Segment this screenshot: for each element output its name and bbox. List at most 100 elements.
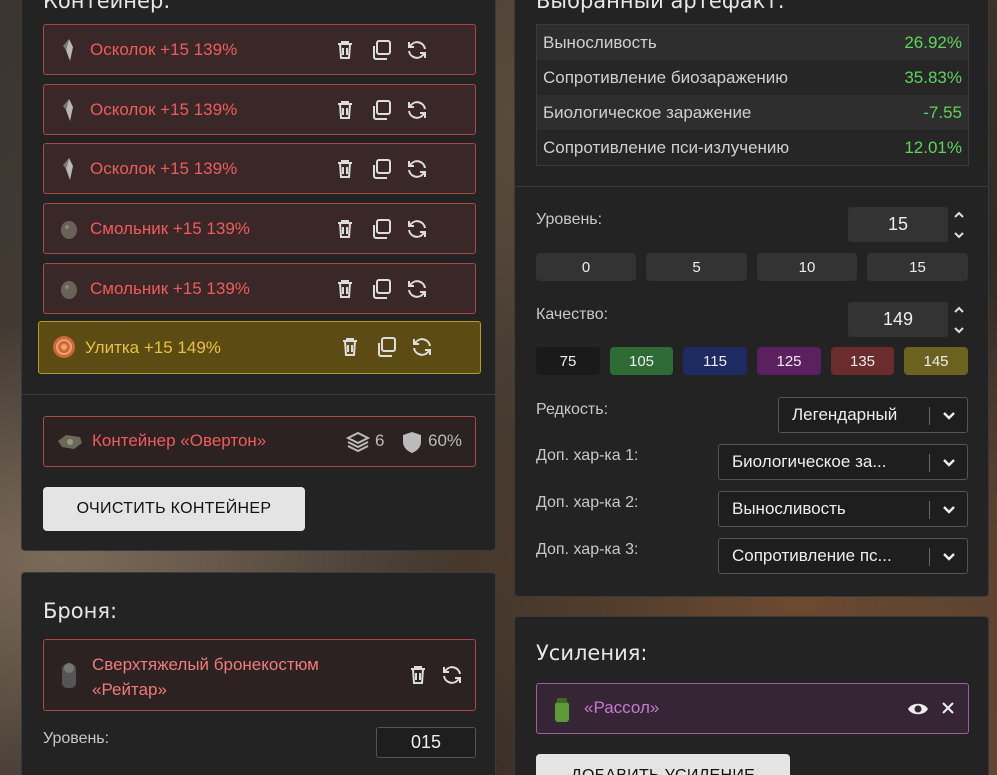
trash-icon[interactable] [338,335,362,359]
quality-preset-125[interactable]: 125 [757,347,821,375]
quality-label: Качество: [536,306,609,323]
copy-icon[interactable] [369,217,393,241]
quality-preset-115[interactable]: 115 [683,347,747,375]
container-panel: Контейнер: Осколок +15 139% Осколок +15 … [21,0,496,551]
chevron-down-icon [943,412,955,420]
extra3-select[interactable]: Сопротивление пс... [718,538,968,574]
boost-panel: Усиления: «Рассол» ДОБАВИТЬ УСИЛЕНИЕ [514,616,989,775]
refresh-icon[interactable] [405,98,429,122]
quality-preset-145[interactable]: 145 [904,347,968,375]
copy-icon[interactable] [374,335,398,359]
extra1-select[interactable]: Биологическое за... [718,444,968,480]
resin-artifact-icon [61,221,77,239]
stat-row: Сопротивление биозаражению 35.83% [537,60,968,95]
divider [515,186,988,187]
selected-artifact-title: Выбранный артефакт: [536,0,785,13]
container-row[interactable]: Контейнер «Овертон» 6 60% [43,416,476,467]
trash-icon[interactable] [333,38,357,62]
trash-icon[interactable] [333,217,357,241]
armor-level-input[interactable]: 015 [376,727,476,758]
rarity-label: Редкость: [536,401,609,418]
clear-container-button[interactable]: ОЧИСТИТЬ КОНТЕЙНЕР [43,487,305,531]
shard-artifact-icon [63,39,73,61]
rarity-value: Легендарный [792,405,898,424]
stats-table: Выносливость 26.92% Сопротивление биозара… [536,24,969,166]
armor-level-label: Уровень: [43,730,110,747]
armor-panel: Броня: Сверхтяжелый бронекостюм «Рейтар»… [21,572,496,775]
armor-row[interactable]: Сверхтяжелый бронекостюм «Рейтар» [43,639,476,711]
close-icon[interactable] [940,700,956,716]
shield-icon [403,432,421,453]
stat-name: Сопротивление биозаражению [543,67,788,87]
snail-artifact-icon [53,336,75,358]
level-preset-15[interactable]: 15 [867,253,968,281]
boost-row[interactable]: «Рассол» [536,683,969,734]
extra3-label: Доп. хар-ка 3: [536,541,639,558]
artifact-label: Улитка +15 149% [85,337,221,357]
stat-value: 35.83% [904,67,962,87]
copy-icon[interactable] [369,98,393,122]
refresh-icon[interactable] [410,335,434,359]
container-name: Контейнер «Овертон» [92,431,267,450]
level-preset-10[interactable]: 10 [757,253,857,281]
divider [22,394,495,395]
quality-preset-75[interactable]: 75 [536,347,600,375]
level-stepper-icon[interactable] [952,207,966,243]
stat-name: Биологическое заражение [543,102,752,122]
artifact-label: Осколок +15 139% [90,99,238,119]
trash-icon[interactable] [406,663,430,687]
armor-name: Сверхтяжелый бронекостюм «Рейтар» [92,655,319,699]
boost-title: Усиления: [536,641,648,665]
eye-icon[interactable] [907,699,929,719]
protection-percent: 60% [428,431,463,450]
artifact-row-selected[interactable]: Улитка +15 149% [38,321,481,374]
trash-icon[interactable] [333,277,357,301]
artifact-label: Осколок +15 139% [90,39,238,59]
armor-title: Броня: [43,599,118,623]
refresh-icon[interactable] [440,663,464,687]
extra2-value: Выносливость [732,499,846,518]
copy-icon[interactable] [369,277,393,301]
shard-artifact-icon [63,99,73,121]
refresh-icon[interactable] [405,217,429,241]
armor-icon [62,663,76,688]
add-boost-button[interactable]: ДОБАВИТЬ УСИЛЕНИЕ [536,754,790,775]
level-input[interactable]: 15 [848,207,948,242]
extra3-value: Сопротивление пс... [732,546,892,565]
stat-row: Биологическое заражение -7.55 [537,95,968,130]
quality-stepper-icon[interactable] [952,302,966,338]
stat-name: Выносливость [543,32,657,52]
stat-value: -7.55 [923,102,962,122]
stat-name: Сопротивление пси-излучению [543,137,790,157]
resin-artifact-icon [61,281,77,299]
quality-preset-135[interactable]: 135 [831,347,894,375]
artifact-label: Смольник +15 139% [90,278,250,298]
refresh-icon[interactable] [405,157,429,181]
quality-input[interactable]: 149 [848,302,948,337]
artifact-row[interactable]: Осколок +15 139% [43,143,476,194]
stat-row: Сопротивление пси-излучению 12.01% [537,130,968,165]
refresh-icon[interactable] [405,277,429,301]
rarity-select[interactable]: Легендарный [778,397,968,433]
artifact-row[interactable]: Осколок +15 139% [43,24,476,75]
container-icon [58,435,82,449]
artifact-row[interactable]: Смольник +15 139% [43,203,476,254]
level-label: Уровень: [536,211,603,228]
extra2-select[interactable]: Выносливость [718,491,968,527]
extra1-value: Биологическое за... [732,452,887,471]
artifact-row[interactable]: Смольник +15 139% [43,263,476,314]
copy-icon[interactable] [369,157,393,181]
jar-icon [555,698,569,722]
copy-icon[interactable] [369,38,393,62]
refresh-icon[interactable] [405,38,429,62]
stat-value: 26.92% [904,32,962,52]
trash-icon[interactable] [333,157,357,181]
trash-icon[interactable] [333,98,357,122]
shard-artifact-icon [63,158,73,180]
level-preset-0[interactable]: 0 [536,253,636,281]
boost-name: «Рассол» [584,698,660,717]
level-preset-5[interactable]: 5 [646,253,747,281]
quality-preset-105[interactable]: 105 [610,347,673,375]
artifact-row[interactable]: Осколок +15 139% [43,84,476,135]
chevron-down-icon [943,459,955,467]
